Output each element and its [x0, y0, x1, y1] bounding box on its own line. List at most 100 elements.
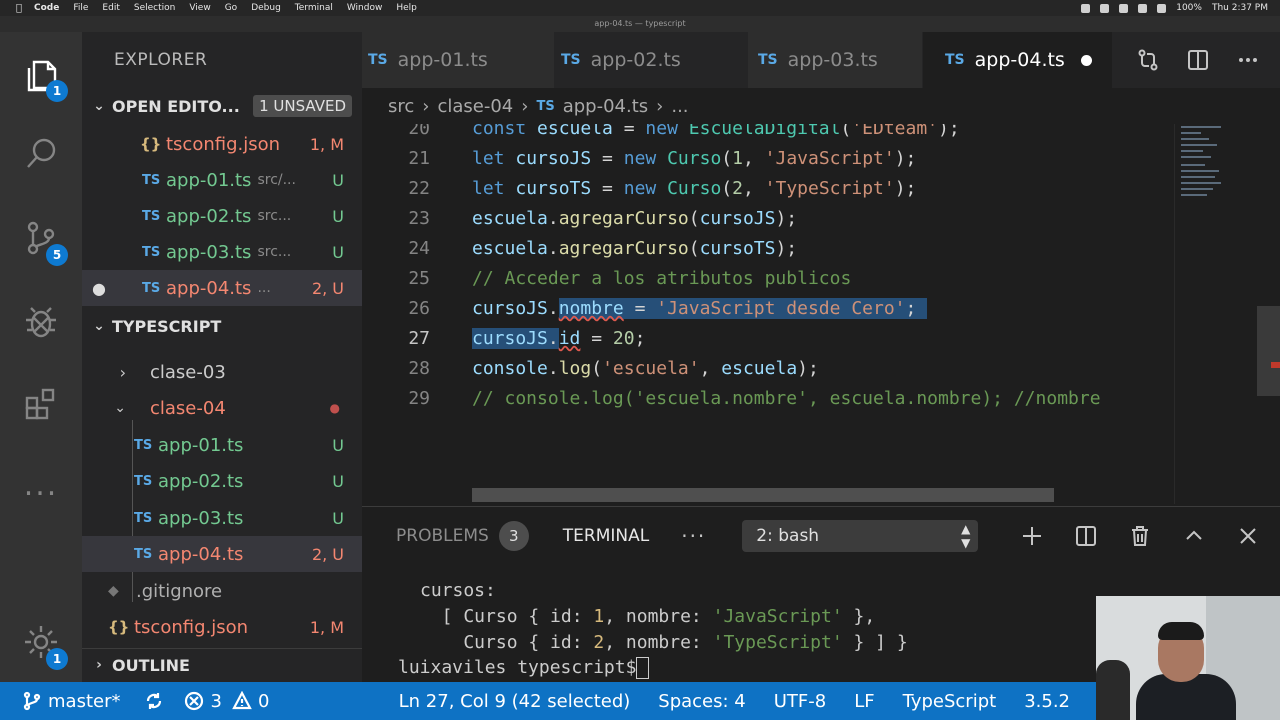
- compare-changes-icon[interactable]: [1136, 48, 1160, 72]
- file-dir: src...: [257, 208, 292, 224]
- code-token: cursoJS: [515, 148, 592, 169]
- tab-app-03[interactable]: TS app-03.ts: [748, 32, 923, 88]
- menu-debug[interactable]: Debug: [251, 3, 281, 13]
- open-editor-item-active[interactable]: ● TS app-04.ts ... 2, U: [82, 270, 362, 306]
- language-mode[interactable]: TypeScript: [903, 691, 997, 712]
- open-editor-item[interactable]: TS app-01.ts src/... U: [82, 162, 362, 198]
- tab-terminal[interactable]: TERMINAL: [563, 526, 649, 546]
- manage-activity[interactable]: 1: [0, 612, 82, 672]
- line-number: 25: [408, 268, 430, 289]
- menu-view[interactable]: View: [189, 3, 210, 13]
- ts-version[interactable]: 3.5.2: [1024, 691, 1070, 712]
- open-editor-item[interactable]: TS app-02.ts src... U: [82, 198, 362, 234]
- breadcrumb-more[interactable]: ...: [671, 96, 688, 117]
- tree-file-item[interactable]: TS app-03.ts U: [82, 500, 362, 536]
- code-token: cursoJS: [472, 298, 548, 319]
- ts-file-icon: TS: [142, 172, 161, 188]
- encoding[interactable]: UTF-8: [774, 691, 826, 712]
- battery-percent[interactable]: 100%: [1176, 3, 1202, 13]
- minimap[interactable]: [1174, 124, 1280, 504]
- file-status: U: [332, 206, 344, 226]
- sidebar-title: EXPLORER: [114, 50, 208, 70]
- tree-file-item[interactable]: TS app-02.ts U: [82, 463, 362, 499]
- close-icon[interactable]: [1236, 524, 1260, 548]
- split-editor-icon[interactable]: [1186, 48, 1210, 72]
- open-editor-item[interactable]: TS app-03.ts src... U: [82, 234, 362, 270]
- branch-indicator[interactable]: master*: [22, 691, 120, 712]
- terminal-prompt: luixaviles typescript$: [398, 655, 650, 681]
- extensions-activity[interactable]: [0, 374, 82, 434]
- source-control-activity[interactable]: 5: [0, 208, 82, 268]
- tray-icon[interactable]: [1081, 3, 1091, 13]
- split-terminal-icon[interactable]: [1074, 524, 1098, 548]
- tree-file-item[interactable]: ◆ .gitignore: [82, 573, 362, 609]
- code-token: =: [612, 124, 646, 139]
- menu-selection[interactable]: Selection: [134, 3, 175, 13]
- workspace-header[interactable]: ⌄ TYPESCRIPT: [82, 310, 362, 342]
- code-token: 'escuela': [602, 358, 700, 379]
- plus-icon[interactable]: [1020, 524, 1044, 548]
- terminal-select[interactable]: 2: bash ▲ ▼: [742, 520, 979, 552]
- problems-indicator[interactable]: 3 0: [184, 691, 269, 712]
- chevron-up-icon[interactable]: [1182, 524, 1206, 548]
- open-editors-header[interactable]: ⌄ OPEN EDITO... 1 UNSAVED: [82, 90, 362, 122]
- folder-name: clase-04: [150, 397, 226, 419]
- file-dir: ...: [257, 280, 271, 296]
- unsaved-dot-icon[interactable]: [1080, 54, 1092, 66]
- editor-horizontal-scrollbar[interactable]: [472, 488, 1054, 502]
- sync-button[interactable]: [144, 691, 170, 711]
- terminal[interactable]: cursos: [ Curso { id: 1, nombre: 'JavaSc…: [362, 564, 1096, 682]
- cursor-position[interactable]: Ln 27, Col 9 (42 selected): [399, 691, 631, 712]
- tray-icon[interactable]: [1138, 3, 1148, 13]
- code-editor[interactable]: 20 const escuela = new EscuelaDigital('E…: [362, 124, 1174, 504]
- menu-file[interactable]: File: [73, 3, 88, 13]
- menu-go[interactable]: Go: [225, 3, 237, 13]
- outline-header[interactable]: › OUTLINE: [82, 648, 362, 681]
- debug-activity[interactable]: [0, 292, 82, 352]
- unsaved-dot-icon[interactable]: ●: [82, 279, 116, 298]
- clock[interactable]: Thu 2:37 PM: [1212, 3, 1268, 13]
- terminal-text: } ] }: [842, 632, 908, 653]
- code-token: const: [472, 124, 527, 139]
- panel-more-icon[interactable]: ···: [681, 524, 706, 548]
- tray-icon[interactable]: [1119, 3, 1129, 13]
- tab-problems[interactable]: PROBLEMS 3: [396, 521, 529, 551]
- file-status: U: [332, 242, 344, 262]
- code-token: new: [623, 178, 657, 199]
- code-token: 'TypeScript': [764, 178, 895, 199]
- code-token: Curso: [667, 178, 722, 199]
- wifi-icon[interactable]: [1157, 3, 1167, 13]
- tree-file-item[interactable]: {} tsconfig.json 1, M: [82, 609, 362, 645]
- code-token: (: [591, 358, 603, 379]
- folder-item[interactable]: ⌄ clase-04 ●: [82, 390, 362, 426]
- tab-app-04-active[interactable]: TS app-04.ts: [923, 32, 1113, 88]
- menu-edit[interactable]: Edit: [102, 3, 119, 13]
- tray-icon[interactable]: [1100, 3, 1110, 13]
- search-activity[interactable]: [0, 124, 82, 184]
- apple-icon[interactable]: : [16, 3, 22, 14]
- file-status: 2, U: [311, 278, 344, 298]
- breadcrumb-src[interactable]: src: [388, 96, 414, 117]
- open-editor-item[interactable]: {} tsconfig.json 1, M: [82, 126, 362, 162]
- menu-terminal[interactable]: Terminal: [295, 3, 333, 13]
- explorer-activity[interactable]: 1: [0, 44, 82, 104]
- terminal-text: 'JavaScript': [712, 606, 843, 627]
- tab-app-02[interactable]: TS app-02.ts: [367, 32, 748, 88]
- indentation[interactable]: Spaces: 4: [658, 691, 745, 712]
- more-actions-icon[interactable]: [1236, 48, 1260, 72]
- more-activity[interactable]: ...: [0, 456, 82, 516]
- end-of-line[interactable]: LF: [854, 691, 874, 712]
- menu-app[interactable]: Code: [34, 3, 59, 13]
- breadcrumb-folder[interactable]: clase-04: [437, 96, 513, 117]
- json-file-icon: {}: [108, 618, 130, 636]
- folder-item[interactable]: › clase-03: [82, 354, 362, 390]
- minimap-slider[interactable]: [1257, 306, 1280, 396]
- trash-icon[interactable]: [1128, 524, 1152, 548]
- menu-window[interactable]: Window: [347, 3, 383, 13]
- menu-help[interactable]: Help: [396, 3, 417, 13]
- code-token: nombre: [558, 298, 624, 319]
- error-icon: [185, 691, 204, 711]
- breadcrumb-file[interactable]: app-04.ts: [563, 96, 648, 117]
- tree-file-item-active[interactable]: TS app-04.ts 2, U: [82, 536, 362, 572]
- tree-file-item[interactable]: TS app-01.ts U: [82, 427, 362, 463]
